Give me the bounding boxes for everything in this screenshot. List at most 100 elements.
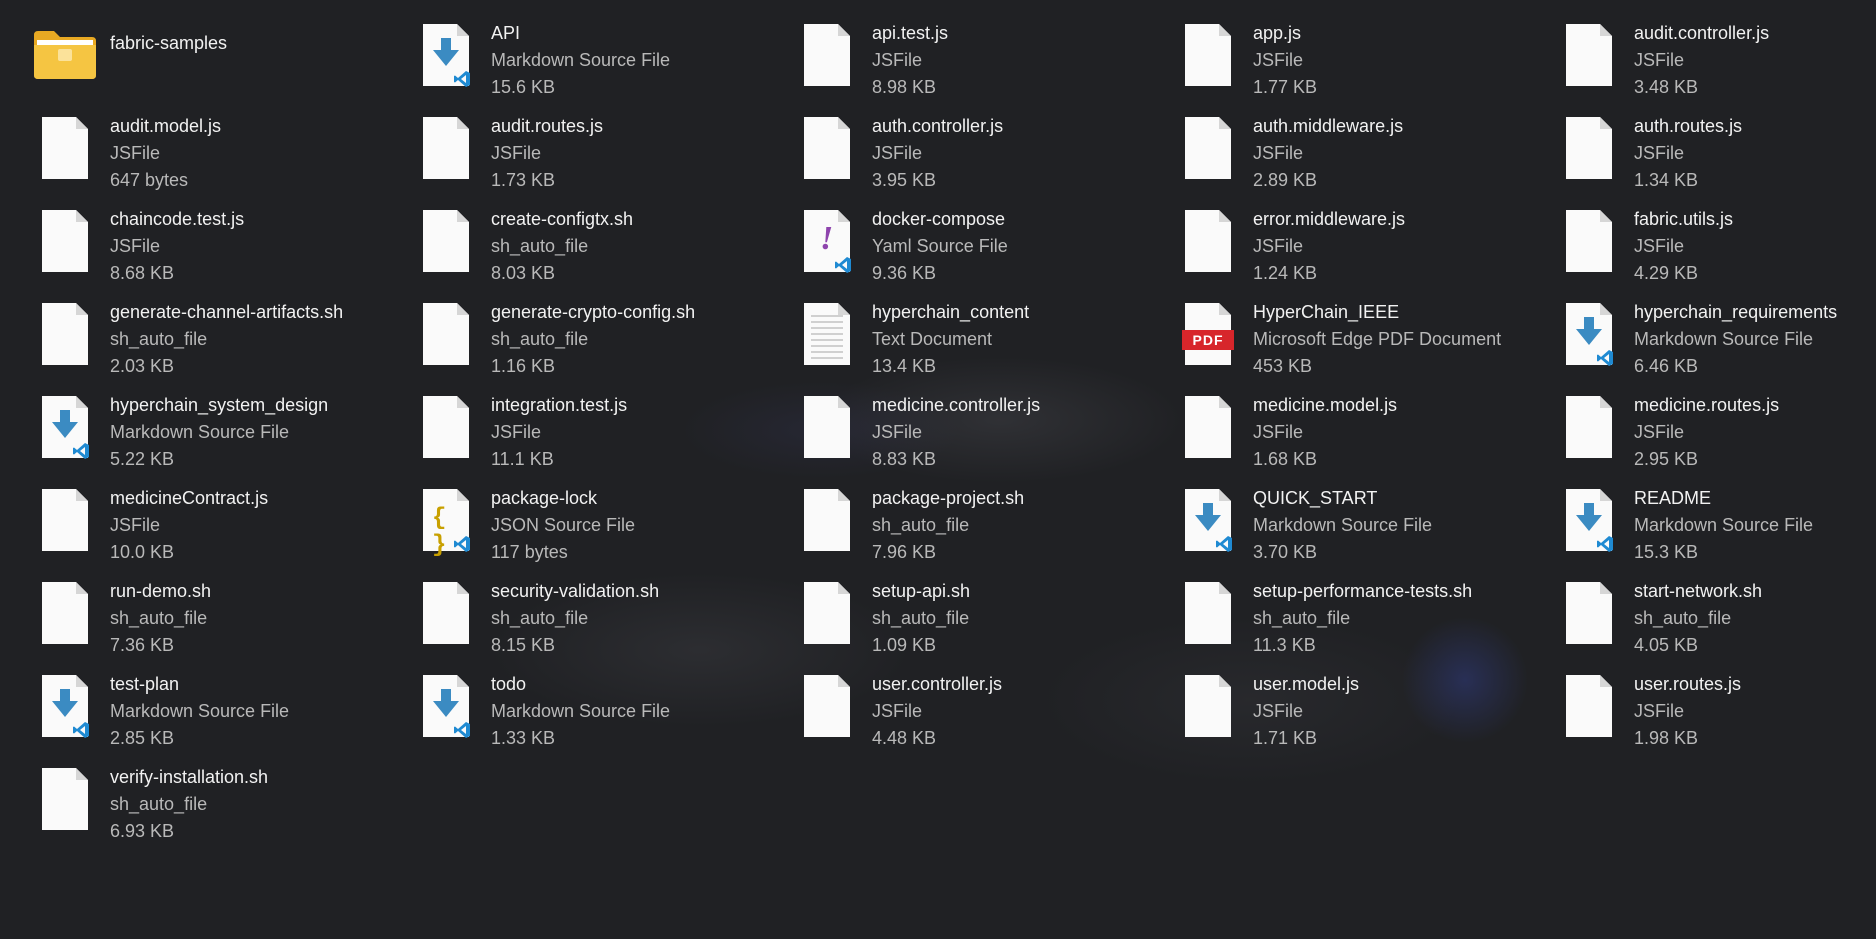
file-details: audit.model.js JSFile 647 bytes [110, 109, 221, 194]
file-item[interactable]: QUICK_START Markdown Source File 3.70 KB [1165, 475, 1546, 568]
file-item[interactable]: medicineContract.js JSFile 10.0 KB [22, 475, 403, 568]
file-name: security-validation.sh [491, 581, 660, 601]
file-size: 1.71 KB [1253, 728, 1318, 748]
file-item[interactable]: user.routes.js JSFile 1.98 KB [1546, 661, 1876, 754]
file-details: create-configtx.sh sh_auto_file 8.03 KB [491, 202, 633, 287]
file-name: hyperchain_requirements [1634, 302, 1838, 322]
file-item[interactable]: medicine.routes.js JSFile 2.95 KB [1546, 382, 1876, 475]
file-item[interactable]: setup-performance-tests.sh sh_auto_file 11… [1165, 568, 1546, 661]
file-item[interactable]: security-validation.sh sh_auto_file 8.15 K… [403, 568, 784, 661]
file-item[interactable]: generate-channel-artifacts.sh sh_auto_fil… [22, 289, 403, 382]
file-details: README Markdown Source File 15.3 KB [1634, 481, 1813, 566]
file-type: Text Document [872, 329, 993, 349]
file-details: fabric-samples [110, 16, 227, 57]
file-size: 1.34 KB [1634, 170, 1699, 190]
file-name: verify-installation.sh [110, 767, 269, 787]
file-item[interactable]: hyperchain_system_design Markdown Source … [22, 382, 403, 475]
file-details: QUICK_START Markdown Source File 3.70 KB [1253, 481, 1432, 566]
file-type: Markdown Source File [491, 701, 671, 721]
file-details: HyperChain_IEEE Microsoft Edge PDF Docume… [1253, 295, 1501, 380]
file-item[interactable]: audit.model.js JSFile 647 bytes [22, 103, 403, 196]
file-item[interactable]: auth.routes.js JSFile 1.34 KB [1546, 103, 1876, 196]
file-item[interactable]: ! docker-compose Yaml Source File 9.36 KB [784, 196, 1165, 289]
vscode-badge-icon [454, 71, 470, 87]
file-icon [409, 204, 483, 278]
text-file-icon [790, 297, 864, 371]
file-size: 1.09 KB [872, 635, 937, 655]
file-size: 1.73 KB [491, 170, 556, 190]
file-name: fabric-samples [110, 33, 228, 53]
file-name: medicineContract.js [110, 488, 269, 508]
file-item[interactable]: fabric-samples [22, 10, 403, 103]
file-details: user.routes.js JSFile 1.98 KB [1634, 667, 1741, 752]
markdown-file-icon [409, 18, 483, 92]
file-size: 2.95 KB [1634, 449, 1699, 469]
file-size: 11.1 KB [491, 449, 554, 469]
file-type: JSFile [110, 236, 161, 256]
file-icon [409, 297, 483, 371]
file-type: Markdown Source File [1634, 515, 1814, 535]
file-type: sh_auto_file [110, 608, 208, 628]
file-item[interactable]: chaincode.test.js JSFile 8.68 KB [22, 196, 403, 289]
file-details: API Markdown Source File 15.6 KB [491, 16, 670, 101]
file-item[interactable]: verify-installation.sh sh_auto_file 6.93 K… [22, 754, 403, 847]
vscode-badge-icon [73, 722, 89, 738]
file-name: generate-channel-artifacts.sh [110, 302, 344, 322]
file-name: HyperChain_IEEE [1253, 302, 1400, 322]
vscode-badge-icon [1597, 350, 1613, 366]
file-size: 3.70 KB [1253, 542, 1318, 562]
file-item[interactable]: api.test.js JSFile 8.98 KB [784, 10, 1165, 103]
file-item[interactable]: user.controller.js JSFile 4.48 KB [784, 661, 1165, 754]
file-item[interactable]: user.model.js JSFile 1.71 KB [1165, 661, 1546, 754]
file-item[interactable]: medicine.model.js JSFile 1.68 KB [1165, 382, 1546, 475]
file-item[interactable]: README Markdown Source File 15.3 KB [1546, 475, 1876, 568]
file-item[interactable]: todo Markdown Source File 1.33 KB [403, 661, 784, 754]
file-icon [1171, 204, 1245, 278]
file-item[interactable]: API Markdown Source File 15.6 KB [403, 10, 784, 103]
file-type: sh_auto_file [110, 329, 208, 349]
file-size: 13.4 KB [872, 356, 937, 376]
file-icon [28, 204, 102, 278]
file-item[interactable]: app.js JSFile 1.77 KB [1165, 10, 1546, 103]
file-details: todo Markdown Source File 1.33 KB [491, 667, 670, 752]
pdf-label: PDF [1182, 330, 1234, 350]
file-item[interactable]: fabric.utils.js JSFile 4.29 KB [1546, 196, 1876, 289]
file-item[interactable]: package-project.sh sh_auto_file 7.96 KB [784, 475, 1165, 568]
file-type: JSFile [1634, 236, 1685, 256]
file-item[interactable]: hyperchain_content Text Document 13.4 KB [784, 289, 1165, 382]
file-size: 4.05 KB [1634, 635, 1699, 655]
file-item[interactable]: generate-crypto-config.sh sh_auto_file 1.1… [403, 289, 784, 382]
file-item[interactable]: PDF HyperChain_IEEE Microsoft Edge PDF Doc… [1165, 289, 1546, 382]
file-item[interactable]: audit.controller.js JSFile 3.48 KB [1546, 10, 1876, 103]
file-item[interactable]: start-network.sh sh_auto_file 4.05 KB [1546, 568, 1876, 661]
vscode-badge-icon [1597, 536, 1613, 552]
file-icon [28, 483, 102, 557]
file-item[interactable]: hyperchain_requirements Markdown Source F… [1546, 289, 1876, 382]
markdown-file-icon [409, 669, 483, 743]
file-details: generate-channel-artifacts.sh sh_auto_fil… [110, 295, 343, 380]
file-details: user.model.js JSFile 1.71 KB [1253, 667, 1359, 752]
file-details: docker-compose Yaml Source File 9.36 KB [872, 202, 1008, 287]
file-details: package-project.sh sh_auto_file 7.96 KB [872, 481, 1024, 566]
file-icon [790, 111, 864, 185]
file-item[interactable]: audit.routes.js JSFile 1.73 KB [403, 103, 784, 196]
file-size: 8.68 KB [110, 263, 175, 283]
folder-icon [28, 18, 102, 92]
file-item[interactable]: test-plan Markdown Source File 2.85 KB [22, 661, 403, 754]
file-type: JSFile [110, 515, 161, 535]
file-item[interactable]: create-configtx.sh sh_auto_file 8.03 KB [403, 196, 784, 289]
file-item[interactable]: auth.middleware.js JSFile 2.89 KB [1165, 103, 1546, 196]
file-item[interactable]: { } package-lock JSON Source File 117 byte… [403, 475, 784, 568]
file-size: 7.36 KB [110, 635, 175, 655]
file-details: run-demo.sh sh_auto_file 7.36 KB [110, 574, 211, 659]
file-item[interactable]: error.middleware.js JSFile 1.24 KB [1165, 196, 1546, 289]
file-size: 7.96 KB [872, 542, 937, 562]
file-item[interactable]: medicine.controller.js JSFile 8.83 KB [784, 382, 1165, 475]
file-item[interactable]: setup-api.sh sh_auto_file 1.09 KB [784, 568, 1165, 661]
file-size: 2.03 KB [110, 356, 175, 376]
file-item[interactable]: run-demo.sh sh_auto_file 7.36 KB [22, 568, 403, 661]
file-type: JSFile [1634, 50, 1685, 70]
file-item[interactable]: integration.test.js JSFile 11.1 KB [403, 382, 784, 475]
file-item[interactable]: auth.controller.js JSFile 3.95 KB [784, 103, 1165, 196]
file-name: API [491, 23, 521, 43]
